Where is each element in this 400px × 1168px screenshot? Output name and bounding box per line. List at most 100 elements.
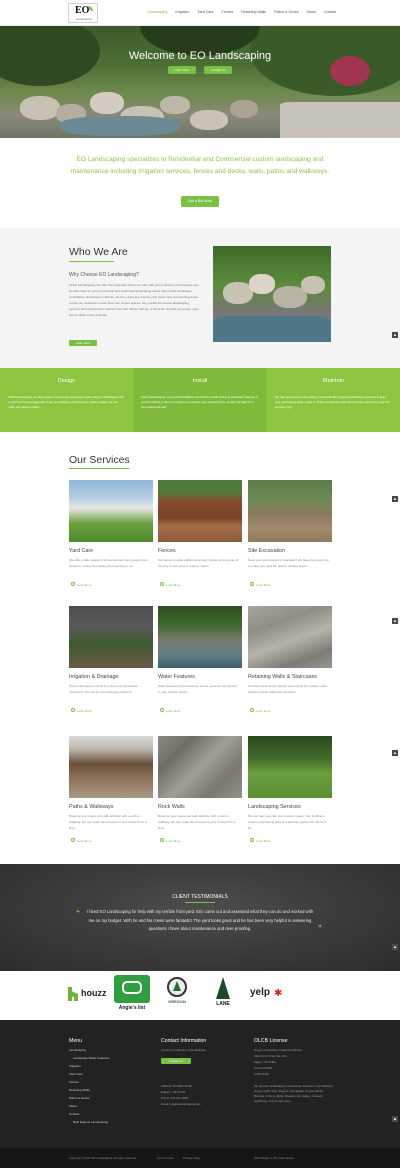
nav-about[interactable]: About <box>307 10 316 14</box>
privacy-link[interactable]: Privacy Policy <box>183 1156 200 1160</box>
yard-care-photo <box>69 480 153 542</box>
feature-maintain: Maintain We take great pride in the qual… <box>267 368 400 432</box>
service-title: Landscaping Services <box>248 804 301 810</box>
service-desc: Need your yard leveled or regraded? We h… <box>248 558 329 568</box>
learn-more-link[interactable]: Learn More <box>250 582 270 587</box>
contact-line: Address: PO BOX 41716 <box>161 1084 193 1088</box>
intro-section: EO Landscaping specializes in Residentia… <box>0 138 400 228</box>
nav-landscaping[interactable]: Landscaping <box>147 10 167 14</box>
learn-more-link[interactable]: Learn More <box>71 838 91 843</box>
terms-link[interactable]: Terms of Use <box>157 1156 173 1160</box>
learn-more-button[interactable]: Learn More <box>168 66 196 74</box>
service-title: Retaining Walls & Staircases <box>248 674 318 680</box>
footer-link[interactable]: Retaining Walls <box>69 1086 109 1094</box>
copyright: Copyright © 2017 EO Landscaping. All rig… <box>69 1156 137 1160</box>
houzz-icon <box>68 987 78 1001</box>
houzz-wordmark: houzz <box>81 988 107 998</box>
hero-rock <box>230 100 258 118</box>
service-desc: Proper drainage is crucial to protect yo… <box>69 684 138 694</box>
hero-title: Welcome to EO Landscaping <box>128 50 272 62</box>
oregon-wordmark: OREGON <box>168 999 186 1004</box>
water-feature-photo <box>213 246 331 342</box>
footer-link[interactable]: Fences <box>69 1078 109 1086</box>
lane-tree-icon <box>216 977 230 999</box>
speech-bubble-icon <box>122 981 142 994</box>
contact-intro: Contact us today for a free Estimate <box>161 1048 206 1052</box>
footer-link[interactable]: Irrigation <box>69 1062 109 1070</box>
contact-line: Phone: 541-912-9669 <box>161 1096 189 1100</box>
paths-photo <box>69 736 153 798</box>
site-footer: Menu Landscaping Landscape Water Feature… <box>0 1020 400 1148</box>
features-strip: Design At EO Landscaping, we have years … <box>0 368 400 432</box>
nav-fences[interactable]: Fences <box>222 10 234 14</box>
who-learn-more-button[interactable]: Learn More <box>69 340 97 346</box>
photo-rock <box>301 276 325 294</box>
service-title: Irrigation & Drainage <box>69 674 119 680</box>
get-bid-button[interactable]: Get a Bid Now! <box>181 196 219 207</box>
learn-more-link[interactable]: Learn More <box>160 582 180 587</box>
service-title: Paths & Walkways <box>69 804 114 810</box>
nav-patios-decks[interactable]: Patios & Decks <box>274 10 298 14</box>
footer-link[interactable]: About <box>69 1102 109 1110</box>
scroll-top-icon[interactable]: ▲ <box>392 496 398 502</box>
testimonials-section: CLIENT TESTIMONIALS ❝ I hired EO Landsca… <box>0 864 400 971</box>
footer-license-title: OLCB License <box>254 1038 288 1044</box>
photo-rock <box>249 274 275 294</box>
testimonial-quote: I hired EO Landscaping for help with my … <box>86 909 314 932</box>
nav-irrigation[interactable]: Irrigation <box>175 10 189 14</box>
learn-more-link[interactable]: Learn More <box>71 708 91 713</box>
service-title: Fences <box>158 548 176 554</box>
water-features-photo <box>158 606 242 668</box>
scroll-top-icon[interactable]: ▲ <box>392 332 398 338</box>
title-underline <box>185 902 215 903</box>
learn-more-link[interactable]: Learn More <box>250 838 270 843</box>
footer-link[interactable]: Patios & Decks <box>69 1094 109 1102</box>
footer-link[interactable]: Yard Care <box>69 1070 109 1078</box>
contact-line[interactable]: Email: info@eolandscaping.com <box>161 1102 201 1107</box>
oregon-landscape-logo[interactable]: OREGON <box>163 977 191 1013</box>
footer-link[interactable]: Landscaping <box>69 1046 109 1054</box>
hero-patio <box>280 102 400 138</box>
scroll-top-icon[interactable]: ▲ <box>392 1116 398 1122</box>
yelp-burst-icon: ✱ <box>274 988 283 999</box>
learn-more-link[interactable]: Learn More <box>71 582 91 587</box>
section-title: Our Services <box>69 454 130 466</box>
title-underline <box>69 261 114 262</box>
footer-menu-title: Menu <box>69 1038 82 1044</box>
angies-wordmark: Angie's list <box>118 1005 146 1011</box>
lane-county-logo[interactable]: LANE <box>211 977 235 1015</box>
learn-more-link[interactable]: Learn More <box>250 708 270 713</box>
who-subtitle: Why Choose EO Landscaping? <box>69 272 139 278</box>
angies-list-logo[interactable]: Angie's list <box>112 975 152 1015</box>
irrigation-photo <box>69 606 153 668</box>
scroll-top-icon[interactable]: ▲ <box>392 750 398 756</box>
learn-more-link[interactable]: Learn More <box>160 838 180 843</box>
service-desc: We offer a wide variety of full service … <box>69 558 148 568</box>
services-section: Our Services ▲ ▲ ▲ Yard Care We offer a … <box>0 432 400 864</box>
footer-link[interactable]: Landscape Water Features <box>69 1054 109 1062</box>
nav-yard-care[interactable]: Yard Care <box>197 10 213 14</box>
scroll-top-icon[interactable]: ▲ <box>392 618 398 624</box>
partner-logos: houzz Angie's list OREGON LANE yelp ✱ <box>0 971 400 1020</box>
service-desc: Break up your space and add definition w… <box>69 814 147 830</box>
design-credit[interactable]: Web Design by Premium Design <box>254 1156 294 1160</box>
nav-retaining-walls[interactable]: Retaining Walls <box>241 10 266 14</box>
footer-link[interactable]: Best Eugene Landscaping <box>69 1118 109 1126</box>
nav-contact[interactable]: Contact <box>324 10 336 14</box>
main-nav: Landscaping Irrigation Yard Care Fences … <box>147 10 336 14</box>
license-line: Oregon Landscape Contractors Board <box>254 1048 302 1052</box>
scroll-top-icon[interactable]: ▲ <box>392 944 398 950</box>
footer-contact-button[interactable]: Contact Us <box>161 1058 191 1064</box>
footer-link[interactable]: Contact <box>69 1110 109 1118</box>
contact-us-button[interactable]: Contact Us <box>204 66 232 74</box>
site-logo[interactable]: EO landscaping <box>68 3 98 23</box>
photo-water <box>213 316 331 342</box>
site-header: EO landscaping Landscaping Irrigation Ya… <box>0 0 400 26</box>
learn-more-link[interactable]: Learn More <box>160 708 180 713</box>
excavation-photo <box>248 480 332 542</box>
hero-banner: Welcome to EO Landscaping Learn More Con… <box>0 26 400 138</box>
hero-rock <box>160 96 190 114</box>
feature-install: Install At EO Landscaping, we provide in… <box>133 368 267 432</box>
fences-photo <box>158 480 242 542</box>
lane-wordmark: LANE <box>216 1001 230 1007</box>
